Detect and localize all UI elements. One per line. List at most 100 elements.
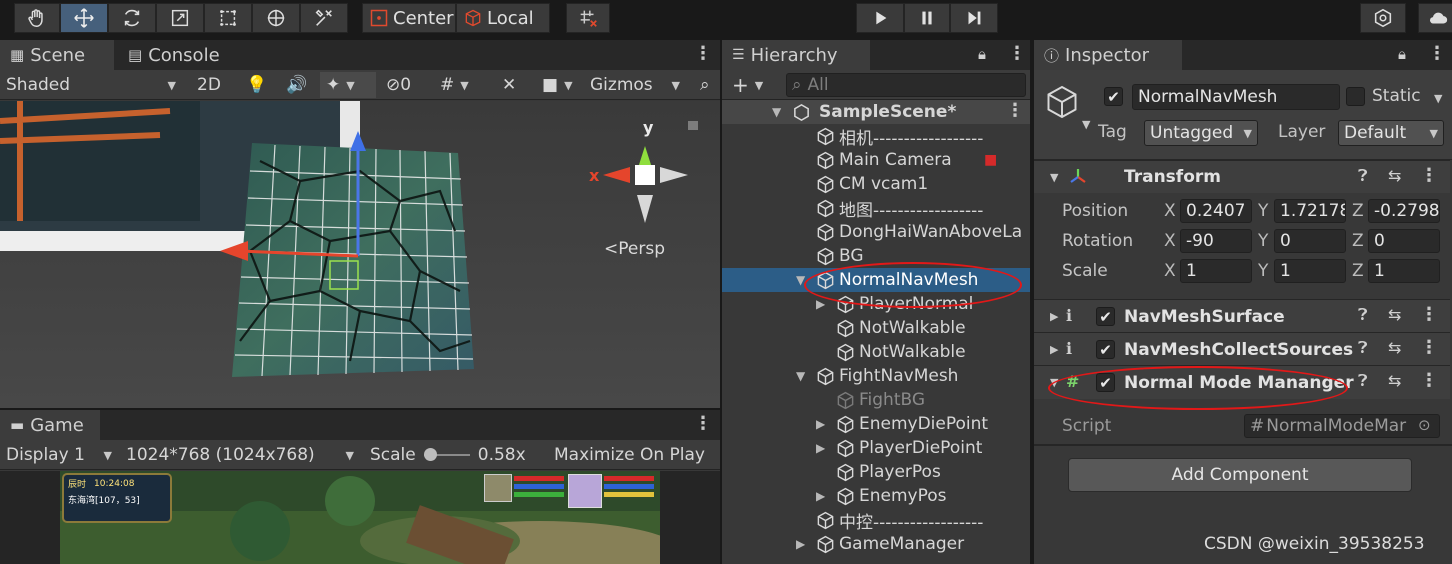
create-dropdown[interactable]: + ▼ <box>726 72 770 98</box>
expand-arrow-icon[interactable]: ▶ <box>816 417 825 431</box>
hierarchy-search-input[interactable]: ⌕ All <box>786 73 1026 97</box>
projection-toggle[interactable]: <Persp <box>604 239 665 259</box>
custom-tool-button[interactable] <box>300 3 348 33</box>
hierarchy-item[interactable]: PlayerPos <box>722 460 1030 484</box>
presets-icon[interactable]: ⇆ <box>1388 166 1401 185</box>
tab-console[interactable]: ▤ Console <box>118 40 238 70</box>
move-tool-button[interactable] <box>60 3 108 33</box>
hierarchy-menu-icon[interactable]: ⋮ <box>1008 43 1026 64</box>
tab-game[interactable]: ▬ Game <box>0 410 100 440</box>
pivot-center-toggle[interactable]: Center <box>362 3 456 33</box>
component-enabled-checkbox[interactable]: ✔ <box>1096 307 1115 326</box>
rotate-tool-button[interactable] <box>108 3 156 33</box>
position-z-field[interactable]: -0.2798 <box>1368 199 1440 223</box>
slider-thumb[interactable] <box>423 448 437 461</box>
effects-dropdown[interactable]: ✦ ▼ <box>320 72 376 98</box>
component-enabled-checkbox[interactable]: ✔ <box>1096 340 1115 359</box>
scale-x-field[interactable]: 1 <box>1180 259 1252 283</box>
tag-dropdown[interactable]: Untagged ▼ <box>1144 120 1258 146</box>
collapse-arrow-icon[interactable]: ▼ <box>796 369 805 383</box>
game-panel-menu-icon[interactable]: ⋮ <box>694 413 712 434</box>
help-icon[interactable]: ❓︎ <box>1358 166 1368 186</box>
scale-y-field[interactable]: 1 <box>1274 259 1346 283</box>
presets-icon[interactable]: ⇆ <box>1388 305 1401 324</box>
transform-component-header[interactable]: ▼ Transform ❓︎ ⇆ ⋮ <box>1034 160 1450 193</box>
rect-tool-button[interactable] <box>204 3 252 33</box>
chevron-down-icon[interactable]: ▼ <box>1082 118 1090 131</box>
component-header[interactable]: ▶ ℹ︎ ✔ NavMeshCollectSources ❓︎ ⇆ ⋮ <box>1034 332 1450 366</box>
component-menu-icon[interactable]: ⋮ <box>1420 337 1438 358</box>
collab-button[interactable] <box>1360 3 1406 33</box>
expand-arrow-icon[interactable]: ▼ <box>1050 171 1058 184</box>
hierarchy-item[interactable]: NotWalkable <box>722 340 1030 364</box>
transform-tool-button[interactable] <box>252 3 300 33</box>
hierarchy-item[interactable]: NotWalkable <box>722 316 1030 340</box>
expand-arrow-icon[interactable]: ▶ <box>1050 310 1058 323</box>
component-menu-icon[interactable]: ⋮ <box>1420 304 1438 325</box>
slider-track[interactable] <box>423 448 470 461</box>
expand-arrow-icon[interactable]: ▶ <box>816 489 825 503</box>
hierarchy-item[interactable]: FightBG <box>722 388 1030 412</box>
help-icon[interactable]: ❓︎ <box>1358 338 1368 358</box>
hidden-objects-toggle[interactable]: ⊘ 0 <box>380 72 428 98</box>
component-header[interactable]: ▶ ℹ︎ ✔ NavMeshSurface ❓︎ ⇆ ⋮ <box>1034 299 1450 333</box>
game-viewport[interactable]: 辰时 10:24:08 东海湾[107，53] <box>0 471 720 564</box>
lock-icon[interactable]: 🔒︎ <box>978 45 986 63</box>
expand-arrow-icon[interactable]: ▶ <box>816 441 825 455</box>
help-icon[interactable]: ❓︎ <box>1358 305 1368 325</box>
expand-arrow-icon[interactable]: ▶ <box>1050 343 1058 356</box>
gizmos-dropdown[interactable]: Gizmos ▼ <box>584 72 686 98</box>
lighting-toggle[interactable]: 💡 <box>240 72 274 98</box>
expand-arrow-icon[interactable]: ▼ <box>772 105 781 119</box>
tab-hierarchy[interactable]: ☰ Hierarchy <box>722 40 870 70</box>
pause-button[interactable] <box>904 3 950 33</box>
scene-viewport[interactable]: y x <Persp <box>0 101 720 408</box>
scene-menu-icon[interactable]: ⋮ <box>1006 100 1024 121</box>
expand-arrow-icon[interactable]: ▶ <box>816 297 825 311</box>
lock-icon[interactable]: 🔒︎ <box>1398 45 1406 63</box>
hierarchy-item[interactable]: 地图------------------ <box>722 196 1030 220</box>
step-button[interactable] <box>950 3 998 33</box>
hierarchy-item[interactable]: ▶ EnemyDiePoint <box>722 412 1030 436</box>
presets-icon[interactable]: ⇆ <box>1388 371 1401 390</box>
play-button[interactable] <box>856 3 904 33</box>
component-menu-icon[interactable]: ⋮ <box>1420 165 1438 186</box>
hand-tool-button[interactable] <box>14 3 60 33</box>
scale-slider[interactable]: Scale 0.58x <box>364 442 544 468</box>
audio-toggle[interactable]: 🔊 <box>280 72 314 98</box>
hierarchy-item[interactable]: Main Camera ■ <box>722 148 1030 172</box>
scene-root[interactable]: ▼ SampleScene* ⋮ <box>722 100 1030 124</box>
hierarchy-item[interactable]: 中控------------------ <box>722 508 1030 532</box>
static-checkbox[interactable] <box>1346 87 1365 106</box>
chevron-down-icon[interactable]: ▼ <box>1434 92 1442 105</box>
hierarchy-item[interactable]: ▶ EnemyPos <box>722 484 1030 508</box>
expand-arrow-icon[interactable]: ▶ <box>796 537 805 551</box>
rotation-x-field[interactable]: -90 <box>1180 229 1252 253</box>
object-name-field[interactable]: NormalNavMesh <box>1132 84 1340 110</box>
cloud-button[interactable] <box>1418 3 1452 33</box>
help-icon[interactable]: ❓︎ <box>1358 371 1368 391</box>
tab-scene[interactable]: ▦ Scene <box>0 40 114 70</box>
scene-search-button[interactable]: ⌕ <box>694 72 720 98</box>
pivot-space-toggle[interactable]: Local <box>456 3 550 33</box>
grid-snap-button[interactable] <box>566 3 610 33</box>
active-checkbox[interactable]: ✔ <box>1104 87 1123 106</box>
hierarchy-item[interactable]: ▶ PlayerDiePoint <box>722 436 1030 460</box>
rotation-y-field[interactable]: 0 <box>1274 229 1346 253</box>
script-field[interactable]: # NormalModeMar <box>1244 414 1440 438</box>
hierarchy-item[interactable]: ▼ FightNavMesh <box>722 364 1030 388</box>
hierarchy-item[interactable]: DongHaiWanAboveLa <box>722 220 1030 244</box>
display-dropdown[interactable]: Display 1 ▼ <box>0 442 118 468</box>
rotation-z-field[interactable]: 0 <box>1368 229 1440 253</box>
position-x-field[interactable]: 0.2407 <box>1180 199 1252 223</box>
tab-inspector[interactable]: ⓘ Inspector <box>1034 40 1182 70</box>
scale-tool-button[interactable] <box>156 3 204 33</box>
position-y-field[interactable]: 1.72178 <box>1274 199 1346 223</box>
layer-dropdown[interactable]: Default ▼ <box>1338 120 1444 146</box>
hierarchy-item[interactable]: 相机------------------ <box>722 124 1030 148</box>
scale-z-field[interactable]: 1 <box>1368 259 1440 283</box>
scene-panel-menu-icon[interactable]: ⋮ <box>694 43 712 64</box>
object-picker-icon[interactable]: ⊙ <box>1418 416 1431 434</box>
grid-dropdown[interactable]: # ▼ <box>434 72 490 98</box>
lock-icon[interactable] <box>688 121 698 130</box>
